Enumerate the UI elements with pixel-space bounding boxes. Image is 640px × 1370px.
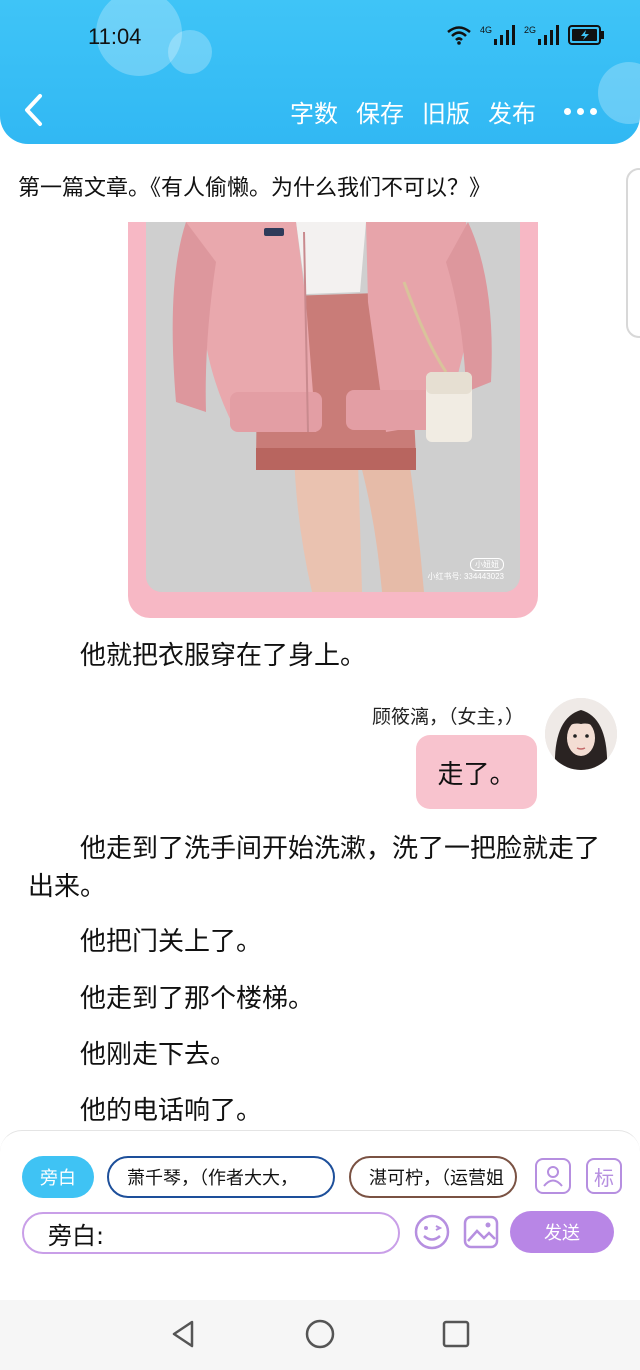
decor-bubble xyxy=(598,62,640,124)
paragraph[interactable]: 他走到了那个楼梯。 xyxy=(28,980,608,1018)
status-icons: 4G 2G xyxy=(446,24,606,46)
editor-toolbar: 字数 保存 旧版 发布 xyxy=(290,94,536,129)
network-type-label: 4G xyxy=(479,25,492,35)
role-chip-narration[interactable]: 旁白 xyxy=(22,1156,94,1198)
speaker-name: 顾筱漓，（女主，） xyxy=(371,706,524,728)
top-header: 11:04 4G 2G 字数 保存 旧版 发布 xyxy=(0,0,640,144)
paragraph[interactable]: 他就把衣服穿在了身上。 xyxy=(28,637,608,675)
battery-icon xyxy=(568,25,604,45)
image-icon xyxy=(463,1215,499,1249)
more-button[interactable] xyxy=(564,96,604,126)
old-version-button[interactable]: 旧版 xyxy=(422,94,470,129)
network-type-label: 2G xyxy=(523,25,536,35)
paragraph[interactable]: 他刚走下去。 xyxy=(28,1036,608,1074)
photo-watermark: 小妞妞 小红书号: 334443023 xyxy=(427,557,505,582)
nav-home-icon xyxy=(305,1319,335,1349)
message-input-wrap: 旁白: xyxy=(22,1212,400,1254)
paragraph[interactable]: 他把门关上了。 xyxy=(28,923,608,961)
nav-back-button[interactable] xyxy=(164,1314,204,1354)
nav-recents-button[interactable] xyxy=(436,1314,476,1354)
image-button[interactable] xyxy=(462,1213,500,1251)
tag-icon: 标 xyxy=(594,1165,614,1190)
nav-recents-icon xyxy=(442,1320,470,1348)
input-role-label: 旁白: xyxy=(48,1221,105,1250)
article-title: 第一篇文章。《有人偷懒。为什么我们不可以？》 xyxy=(18,176,492,201)
dialogue-bubble[interactable]: 走了。 xyxy=(416,735,537,809)
role-chip-author[interactable]: 萧千琴，（作者大大， xyxy=(107,1156,335,1198)
side-drawer-handle[interactable] xyxy=(626,168,640,338)
wifi-icon xyxy=(447,26,471,45)
paragraph[interactable]: 他的电话响了。 xyxy=(28,1092,608,1130)
watermark-id: 小红书号: 334443023 xyxy=(427,571,505,581)
character-manage-button[interactable] xyxy=(535,1158,571,1194)
signal-icon xyxy=(538,25,559,45)
nav-back-icon xyxy=(172,1320,194,1348)
watermark-badge: 小妞妞 xyxy=(470,557,504,571)
send-button[interactable]: 发送 xyxy=(510,1211,614,1253)
avatar-image xyxy=(545,698,617,770)
back-button[interactable] xyxy=(20,92,50,128)
signal-icon xyxy=(493,25,515,45)
tag-button[interactable]: 标 xyxy=(586,1158,622,1194)
article-image[interactable]: 小妞妞 小红书号: 334443023 xyxy=(146,222,520,592)
system-nav-bar xyxy=(0,1300,640,1370)
paragraph[interactable]: 他走到了洗手间开始洗漱，洗了一把脸就走了出来。 xyxy=(28,830,608,906)
word-count-button[interactable]: 字数 xyxy=(290,94,338,129)
decor-bubble xyxy=(168,30,212,74)
message-input[interactable] xyxy=(108,1220,398,1246)
avatar[interactable] xyxy=(545,698,617,770)
publish-button[interactable]: 发布 xyxy=(488,94,536,129)
emoji-icon xyxy=(414,1214,450,1250)
more-icon xyxy=(564,107,571,115)
save-button[interactable]: 保存 xyxy=(356,94,404,129)
character-icon xyxy=(543,1166,563,1187)
role-chip-operator[interactable]: 湛可柠，（运营姐 xyxy=(349,1156,517,1198)
status-time: 11:04 xyxy=(88,24,142,49)
outfit-photo xyxy=(146,222,520,592)
back-arrow-icon xyxy=(25,94,42,126)
emoji-button[interactable] xyxy=(413,1213,451,1251)
image-frame: 小妞妞 小红书号: 334443023 xyxy=(128,222,538,618)
nav-home-button[interactable] xyxy=(300,1314,340,1354)
